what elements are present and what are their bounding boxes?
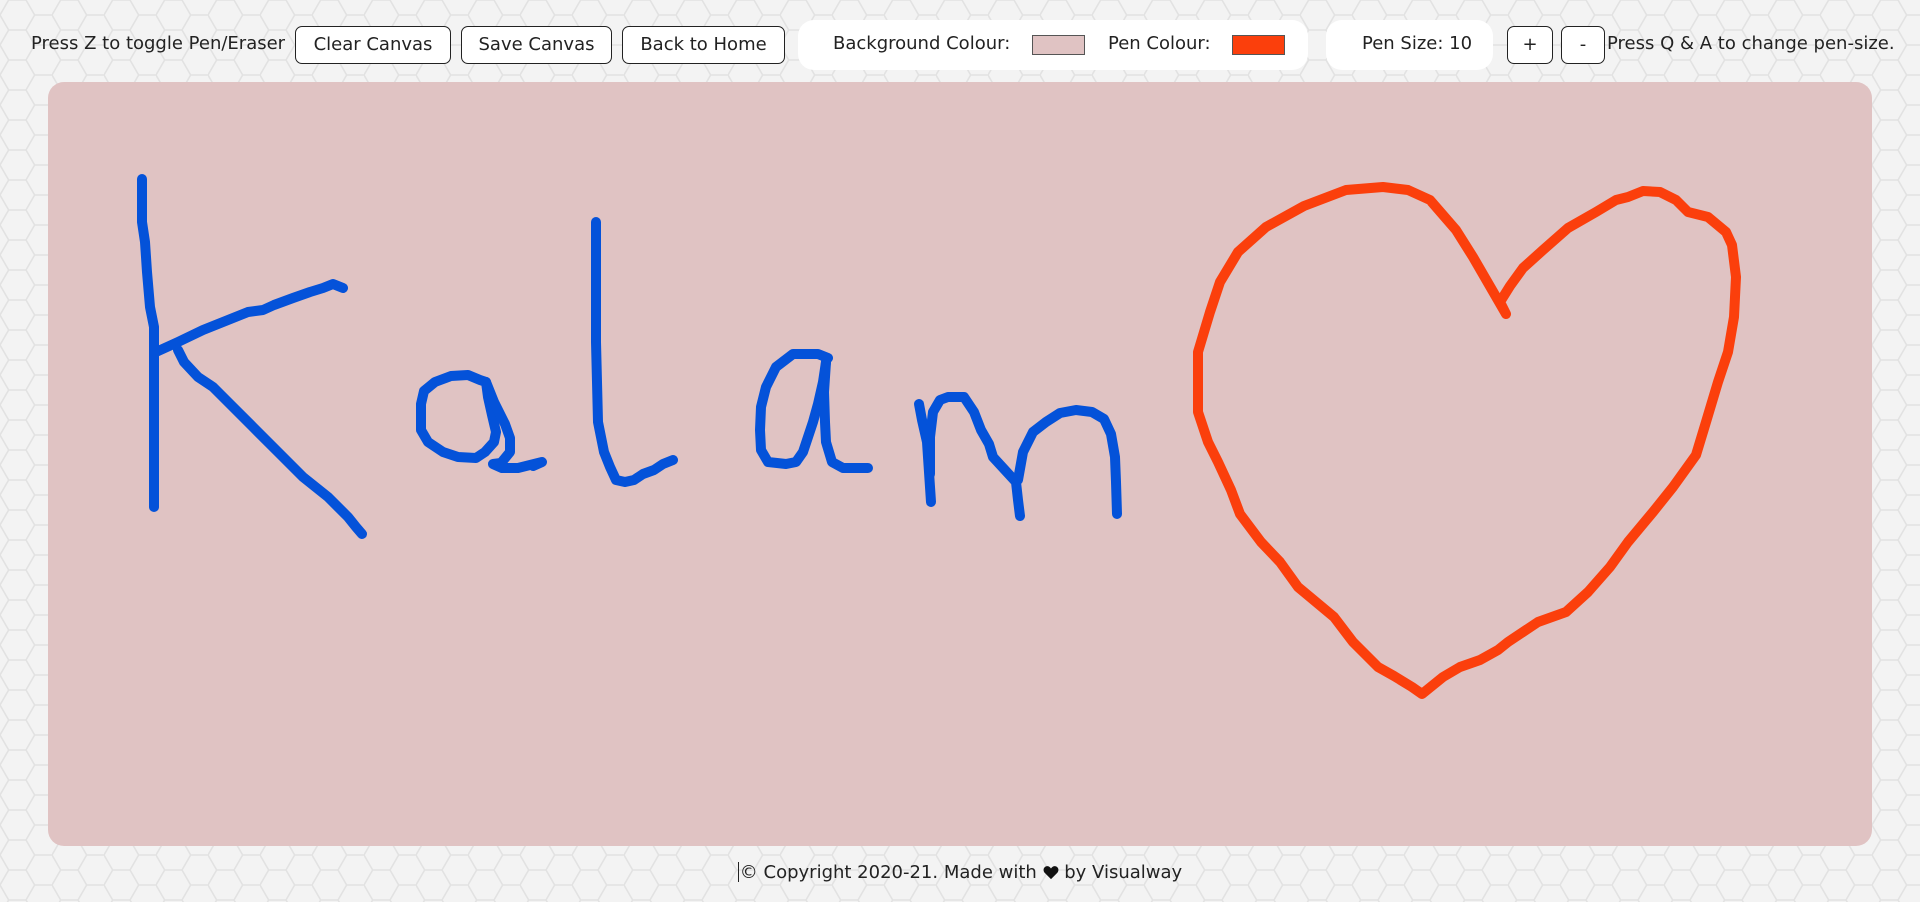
- pen-colour-swatch[interactable]: [1232, 35, 1285, 55]
- pen-size-hint: Press Q & A to change pen-size.: [1607, 33, 1895, 54]
- footer-copyright-text: © Copyright 2020-21. Made with: [739, 862, 1043, 883]
- save-canvas-button[interactable]: Save Canvas: [461, 26, 612, 64]
- back-to-home-button[interactable]: Back to Home: [622, 26, 785, 64]
- canvas-background: [48, 82, 1872, 846]
- footer: © Copyright 2020-21. Made with by Visual…: [0, 862, 1920, 884]
- toolbar: Press Z to toggle Pen/Eraser Clear Canva…: [0, 0, 1920, 80]
- pen-colour-label: Pen Colour:: [1108, 33, 1211, 54]
- footer-credit-text: by Visualway: [1058, 862, 1183, 883]
- text-cursor: [737, 862, 739, 882]
- decrease-pen-size-button[interactable]: -: [1561, 26, 1605, 64]
- drawing-canvas[interactable]: [48, 82, 1872, 846]
- pen-size-label: Pen Size: 10: [1362, 33, 1473, 54]
- heart-icon: [1043, 866, 1058, 880]
- background-colour-swatch[interactable]: [1032, 35, 1085, 55]
- toggle-hint: Press Z to toggle Pen/Eraser: [31, 33, 286, 54]
- background-colour-label: Background Colour:: [833, 33, 1011, 54]
- increase-pen-size-button[interactable]: +: [1507, 26, 1553, 64]
- clear-canvas-button[interactable]: Clear Canvas: [295, 26, 451, 64]
